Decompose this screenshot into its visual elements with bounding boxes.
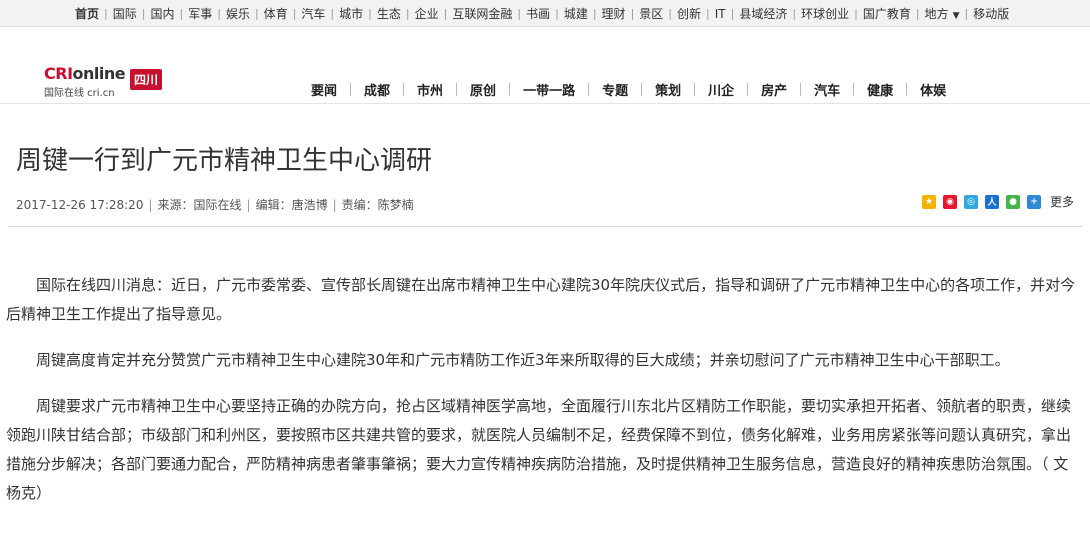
main-nav-item[interactable]: 健康: [854, 80, 906, 99]
main-nav-item[interactable]: 市州: [404, 80, 456, 99]
article-title: 周键一行到广元市精神卫生中心调研: [16, 146, 433, 176]
top-nav-item[interactable]: 城市: [334, 5, 368, 22]
article-paragraph: 周键要求广元市精神卫生中心要坚持正确的办院方向，抢占区域精神医学高地，全面履行川…: [6, 397, 1072, 502]
top-nav-item[interactable]: 理财: [597, 5, 631, 22]
site-header: CRIonline 国际在线 cri.cn 四川 要闻 成都 市州 原创 一带一路 专题策…: [0, 28, 1090, 104]
top-bar: 首页 | 国际 | 国内 | 军事 | 娱乐 | 体育 | 汽车 | 城市 | 生态 | 企业 | 互联网金融 | 书画 | 城…: [0, 0, 1090, 27]
main-nav-item[interactable]: 原创: [457, 80, 509, 99]
logo-brand: CRIonline: [44, 64, 126, 83]
logo-subtitle: 国际在线 cri.cn: [44, 88, 115, 99]
article-meta: 2017-12-26 17:28:20 | 来源：国际在线 | 编辑：唐浩博 | 责编：陈梦…: [16, 198, 414, 212]
article-paragraph: 周键高度肯定并充分赞赏广元市精神卫生中心建院30年和广元市精防工作近3年来所取得…: [36, 351, 1010, 369]
caret-down-icon: ▼: [952, 11, 960, 21]
main-nav-item[interactable]: 一带一路: [510, 80, 588, 99]
article-datetime: 2017-12-26 17:28:20: [16, 198, 144, 212]
top-nav-item[interactable]: 娱乐: [221, 5, 255, 22]
mobile-version-link[interactable]: 移动版: [968, 5, 1014, 22]
main-nav-item[interactable]: 策划: [642, 80, 694, 99]
share-bar: ★ ◉ ◎ 人 ● + 更多: [922, 193, 1074, 210]
main-nav-item[interactable]: 川企: [695, 80, 747, 99]
main-nav-item[interactable]: 要闻: [298, 80, 350, 99]
wechat-share-icon[interactable]: ●: [1006, 194, 1020, 209]
local-dropdown-label: 地方: [924, 7, 949, 21]
top-nav-item[interactable]: 体育: [259, 5, 293, 22]
renren-share-icon[interactable]: 人: [985, 194, 999, 209]
top-nav-item[interactable]: 城建: [559, 5, 593, 22]
main-nav-item[interactable]: 成都: [351, 80, 403, 99]
top-nav-item[interactable]: IT: [710, 7, 731, 21]
top-nav-item[interactable]: 国际: [108, 5, 142, 22]
top-nav-item[interactable]: 首页: [70, 5, 104, 22]
title-divider: [8, 226, 1082, 227]
top-nav-item[interactable]: 国内: [145, 5, 179, 22]
logo-region-badge: 四川: [130, 69, 163, 90]
top-nav-item[interactable]: 生态: [372, 5, 406, 22]
top-nav-item[interactable]: 国广教育: [858, 5, 916, 22]
article-source: 来源：国际在线: [157, 198, 242, 212]
main-nav: 要闻 成都 市州 原创 一带一路 专题 策划 川企 房产 汽车 健康 体娱: [298, 80, 959, 99]
main-nav-item[interactable]: 专题: [589, 80, 641, 99]
article-paragraph: 国际在线四川消息：近日，广元市委常委、宣传部长周键在出席市精神卫生中心建院30年…: [6, 276, 1076, 323]
top-nav-item[interactable]: 景区: [634, 5, 668, 22]
weibo-share-icon[interactable]: ◉: [943, 194, 957, 209]
article-responsible-editor: 责编：陈梦楠: [341, 198, 414, 212]
top-nav-item[interactable]: 书画: [521, 5, 555, 22]
main-nav-item[interactable]: 体娱: [907, 80, 959, 99]
top-nav-item[interactable]: 企业: [410, 5, 444, 22]
top-nav-item[interactable]: 汽车: [296, 5, 330, 22]
top-nav-item[interactable]: 创新: [672, 5, 706, 22]
top-nav: 首页 | 国际 | 国内 | 军事 | 娱乐 | 体育 | 汽车 | 城市 | 生态 | 企业 | 互联网金融 | 书画 | 城…: [70, 0, 1014, 27]
site-logo[interactable]: CRIonline 国际在线 cri.cn 四川: [44, 62, 174, 100]
article-body: 国际在线四川消息：近日，广元市委常委、宣传部长周键在出席市精神卫生中心建院30年…: [6, 271, 1080, 525]
top-nav-item[interactable]: 军事: [183, 5, 217, 22]
qzone-share-icon[interactable]: ★: [922, 194, 936, 209]
main-nav-item[interactable]: 汽车: [801, 80, 853, 99]
local-dropdown[interactable]: 地方 ▼: [920, 5, 965, 22]
top-nav-item[interactable]: 县域经济: [734, 5, 792, 22]
article-editor: 编辑：唐浩博: [255, 198, 328, 212]
top-nav-item[interactable]: 环球创业: [796, 5, 854, 22]
tencent-share-icon[interactable]: ◎: [964, 194, 978, 209]
more-share-icon[interactable]: +: [1027, 194, 1041, 209]
main-nav-item[interactable]: 房产: [748, 80, 800, 99]
share-more-link[interactable]: 更多: [1050, 193, 1074, 210]
top-nav-item[interactable]: 互联网金融: [447, 5, 517, 22]
